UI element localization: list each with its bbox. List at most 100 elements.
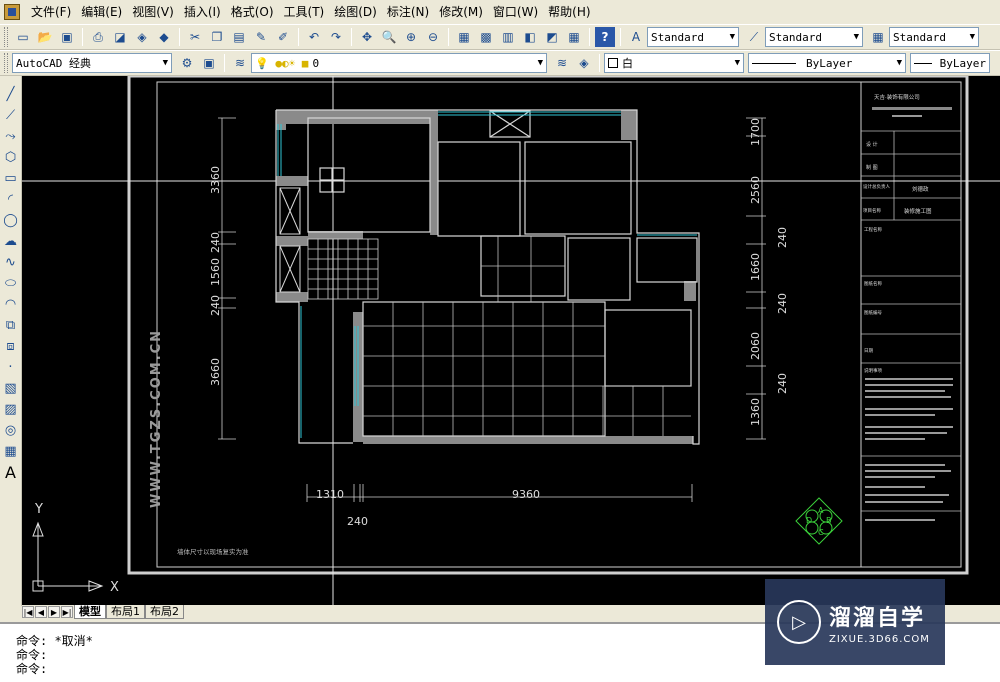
ellipse-icon[interactable]: ⬭ xyxy=(2,273,20,294)
my-workspace-icon[interactable]: ▣ xyxy=(199,53,219,73)
design-center-icon[interactable]: ▩ xyxy=(476,27,496,47)
menu-file[interactable]: 文件(F) xyxy=(26,2,76,22)
cut-icon[interactable]: ✂ xyxy=(185,27,205,47)
paste-icon[interactable]: ▤ xyxy=(229,27,249,47)
layer-select[interactable]: 💡 ●◐☀ ■ 0 ▼ xyxy=(251,53,547,73)
layer-previous-icon[interactable]: ◈ xyxy=(574,53,594,73)
calculator-icon[interactable]: ▦ xyxy=(564,27,584,47)
redo-icon[interactable]: ↷ xyxy=(326,27,346,47)
dim-style-select[interactable]: Standard ▼ xyxy=(765,27,863,47)
undo-icon[interactable]: ↶ xyxy=(304,27,324,47)
open-file-icon[interactable]: 📂 xyxy=(35,27,55,47)
sheet-set-icon[interactable]: ◧ xyxy=(520,27,540,47)
layer-value: 0 xyxy=(312,56,320,70)
properties-icon[interactable]: ▦ xyxy=(454,27,474,47)
ellipse-arc-icon[interactable]: ◠ xyxy=(2,294,20,315)
save-icon[interactable]: ▣ xyxy=(57,27,77,47)
make-block-icon[interactable]: ⧈ xyxy=(2,336,20,357)
menu-view[interactable]: 视图(V) xyxy=(127,2,179,22)
help-icon[interactable]: ? xyxy=(595,27,615,47)
insert-block-icon[interactable]: ⧉ xyxy=(2,315,20,336)
pan-icon[interactable]: ✥ xyxy=(357,27,377,47)
lineweight-select[interactable]: ByLayer xyxy=(910,53,990,73)
prev-tab-icon[interactable]: ◀ xyxy=(35,606,47,618)
draw-toolbar: ╱ ⟋ ⤳ ⬡ ▭ ◜ ◯ ☁ ∿ ⬭ ◠ ⧉ ⧈ · ▧ ▨ ◎ ▦ A xyxy=(0,76,22,606)
zoom-realtime-icon[interactable]: 🔍 xyxy=(379,27,399,47)
multiline-text-icon[interactable]: A xyxy=(2,462,20,483)
next-tab-icon[interactable]: ▶ xyxy=(48,606,60,618)
text-style-select[interactable]: Standard ▼ xyxy=(647,27,739,47)
tab-layout2[interactable]: 布局2 xyxy=(145,605,184,619)
revision-cloud-icon[interactable]: ☁ xyxy=(2,231,20,252)
color-select[interactable]: 白 ▼ xyxy=(604,53,744,73)
polyline-icon[interactable]: ⤳ xyxy=(2,126,20,147)
dim-bottom-0: 1310 xyxy=(316,488,344,501)
gradient-icon[interactable]: ▨ xyxy=(2,399,20,420)
linetype-select[interactable]: ByLayer ▼ xyxy=(748,53,906,73)
text-style-icon: A xyxy=(631,30,641,44)
line-icon[interactable]: ╱ xyxy=(2,84,20,105)
table-style-select[interactable]: Standard ▼ xyxy=(889,27,979,47)
print-icon[interactable]: ⎙ xyxy=(88,27,108,47)
region-icon[interactable]: ◎ xyxy=(2,420,20,441)
dim-left-0: 3360 xyxy=(209,166,222,194)
menu-tools[interactable]: 工具(T) xyxy=(279,2,330,22)
block-editor-icon[interactable]: ✐ xyxy=(273,27,293,47)
table-icon[interactable]: ▦ xyxy=(2,441,20,462)
first-tab-icon[interactable]: |◀ xyxy=(22,606,34,618)
toolbar-grip[interactable] xyxy=(4,27,8,47)
tool-palettes-icon[interactable]: ▥ xyxy=(498,27,518,47)
drawing-canvas[interactable]: 天吉·装饰有限公司 设 计 制 图 设计总负责人 刘德政 项目名称 装修施工图 … xyxy=(22,76,1000,605)
tb-designer: 刘德政 xyxy=(912,185,929,193)
hatch-icon[interactable]: ▧ xyxy=(2,378,20,399)
menu-dimension[interactable]: 标注(N) xyxy=(382,2,434,22)
workspace-settings-icon[interactable]: ⚙ xyxy=(177,53,197,73)
toolbar-grip[interactable] xyxy=(4,53,8,73)
title-company: 天吉·装饰有限公司 xyxy=(874,93,920,101)
construction-line-icon[interactable]: ⟋ xyxy=(2,105,20,126)
polygon-icon[interactable]: ⬡ xyxy=(2,147,20,168)
layer-manager-icon[interactable]: ≋ xyxy=(230,53,250,73)
zoom-previous-icon[interactable]: ⊖ xyxy=(423,27,443,47)
last-tab-icon[interactable]: ▶| xyxy=(61,606,73,618)
3d-dwf-icon[interactable]: ◆ xyxy=(154,27,174,47)
publish-icon[interactable]: ◈ xyxy=(132,27,152,47)
make-current-layer-icon[interactable]: ≋ xyxy=(552,53,572,73)
point-icon[interactable]: · xyxy=(2,357,20,378)
compass-c: C xyxy=(818,528,824,537)
plot-preview-icon[interactable]: ◪ xyxy=(110,27,130,47)
menu-window[interactable]: 窗口(W) xyxy=(488,2,543,22)
dim-style-value: Standard xyxy=(769,30,822,44)
menu-edit[interactable]: 编辑(E) xyxy=(76,2,127,22)
match-properties-icon[interactable]: ✎ xyxy=(251,27,271,47)
tab-model[interactable]: 模型 xyxy=(74,605,106,619)
dim-left-4: 3660 xyxy=(209,358,222,386)
autocad-app-icon[interactable] xyxy=(4,4,20,20)
dim-bottom-2: 240 xyxy=(347,515,368,528)
rectangle-icon[interactable]: ▭ xyxy=(2,168,20,189)
markup-icon[interactable]: ◩ xyxy=(542,27,562,47)
new-file-icon[interactable]: ▭ xyxy=(13,27,33,47)
standard-toolbar: ▭ 📂 ▣ ⎙ ◪ ◈ ◆ ✂ ❐ ▤ ✎ ✐ ↶ ↷ ✥ 🔍 ⊕ ⊖ ▦ ▩ … xyxy=(0,24,1000,50)
menu-format[interactable]: 格式(O) xyxy=(226,2,279,22)
workspace-select[interactable]: AutoCAD 经典 ▼ xyxy=(12,53,172,73)
watermark-url: ZIXUE.3D66.COM xyxy=(829,633,930,645)
dim-left-2: 1560 xyxy=(209,258,222,286)
tb-row-0: 设 计 xyxy=(866,141,878,148)
watermark-title: 溜溜自学 xyxy=(829,605,926,631)
compass-symbol xyxy=(795,497,843,545)
table-style-value: Standard xyxy=(893,30,946,44)
zoom-window-icon[interactable]: ⊕ xyxy=(401,27,421,47)
menu-modify[interactable]: 修改(M) xyxy=(434,2,488,22)
menu-draw[interactable]: 绘图(D) xyxy=(329,2,382,22)
dim-right-6: 240 xyxy=(776,373,789,394)
vertical-watermark: WWW.TGZS.COM.CN xyxy=(149,329,164,508)
tab-layout1[interactable]: 布局1 xyxy=(106,605,145,619)
compass-b: B xyxy=(826,516,832,525)
circle-icon[interactable]: ◯ xyxy=(2,210,20,231)
spline-icon[interactable]: ∿ xyxy=(2,252,20,273)
copy-icon[interactable]: ❐ xyxy=(207,27,227,47)
menu-help[interactable]: 帮助(H) xyxy=(543,2,595,22)
menu-insert[interactable]: 插入(I) xyxy=(179,2,226,22)
arc-icon[interactable]: ◜ xyxy=(2,189,20,210)
